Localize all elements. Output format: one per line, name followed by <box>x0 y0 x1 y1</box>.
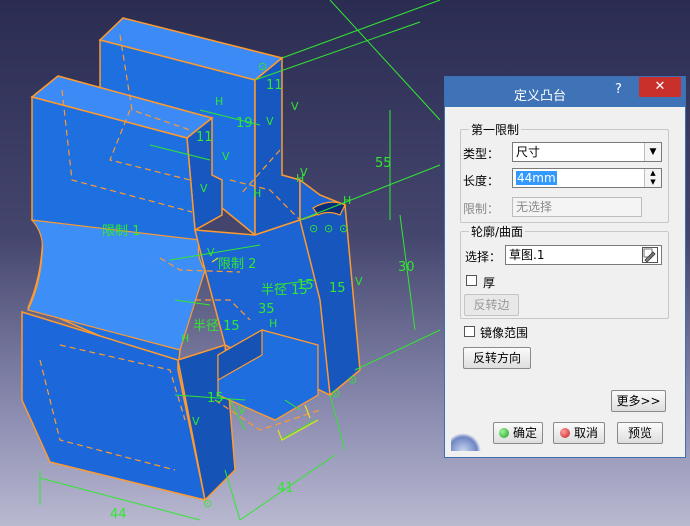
mirror-checkbox[interactable] <box>464 326 475 337</box>
reverse-side-button[interactable]: 反转边 <box>464 294 519 316</box>
dim-15-right: 15 <box>329 281 346 296</box>
limit-1-label: 限制 1 <box>102 224 141 239</box>
more-button[interactable]: 更多>> <box>611 390 666 412</box>
cancel-icon <box>559 428 570 438</box>
dim-55: 55 <box>375 156 392 171</box>
cancel-label: 取消 <box>573 426 598 440</box>
dialog-title: 定义凸台 <box>513 89 566 104</box>
close-button[interactable]: ✕ <box>639 77 681 97</box>
dim-15-bottom: 15 <box>207 391 224 406</box>
dim-41: 41 <box>277 481 294 496</box>
length-spinner[interactable]: ▲ ▼ <box>644 169 661 187</box>
thick-label: 厚 <box>483 276 496 290</box>
first-limit-legend: 第一限制 <box>471 123 520 137</box>
profile-select-field[interactable]: 草图.1 <box>505 245 662 265</box>
length-label: 长度： <box>463 174 500 188</box>
radius-label-b: 半径 15 <box>193 319 240 334</box>
dim-11-top: 11 <box>266 78 283 93</box>
limit-field-value: 无选择 <box>516 200 553 214</box>
preview-button[interactable]: 预览 <box>617 422 663 444</box>
sketch-icon[interactable] <box>642 247 658 263</box>
dim-35: 35 <box>258 302 275 317</box>
limit-2-label: 限制 2 <box>218 257 257 272</box>
dim-44: 44 <box>110 507 127 522</box>
type-select-value: 尺寸 <box>516 145 541 159</box>
type-select[interactable]: 尺寸 ▼ <box>512 142 662 162</box>
chevron-down-icon[interactable]: ▼ <box>644 143 661 161</box>
limit-field: 无选择 <box>512 197 642 217</box>
profile-select-value: 草图.1 <box>509 248 545 262</box>
length-input[interactable]: 44mm ▲ ▼ <box>512 168 662 188</box>
thick-checkbox[interactable] <box>466 275 477 286</box>
dim-11-left: 11 <box>196 130 213 145</box>
profile-legend: 轮廓/曲面 <box>471 225 524 239</box>
help-button[interactable]: ? <box>615 82 629 100</box>
reverse-direction-button[interactable]: 反转方向 <box>463 347 531 369</box>
dialog-titlebar[interactable]: 定义凸台 ? ✕ <box>445 77 685 107</box>
spin-up-icon[interactable]: ▲ <box>645 169 661 178</box>
type-label: 类型： <box>463 147 500 161</box>
dim-19: 19 <box>236 116 253 131</box>
mirror-label: 镜像范围 <box>480 326 529 340</box>
dim-30: 30 <box>398 260 415 275</box>
length-value: 44mm <box>516 171 557 185</box>
globe-icon <box>451 433 481 451</box>
ok-label: 确定 <box>512 426 537 440</box>
cancel-button[interactable]: 取消 <box>553 422 605 444</box>
select-label: 选择： <box>465 250 502 264</box>
ok-icon <box>498 428 509 438</box>
limit-label: 限制： <box>463 202 500 216</box>
define-pad-dialog: 定义凸台 ? ✕ 第一限制 类型： 尺寸 ▼ 长度： 44mm ▲ ▼ 限制： … <box>444 76 686 458</box>
radius-label-a: 半径 15 <box>261 283 308 298</box>
ok-button[interactable]: 确定 <box>493 422 543 444</box>
spin-down-icon[interactable]: ▼ <box>645 178 661 187</box>
